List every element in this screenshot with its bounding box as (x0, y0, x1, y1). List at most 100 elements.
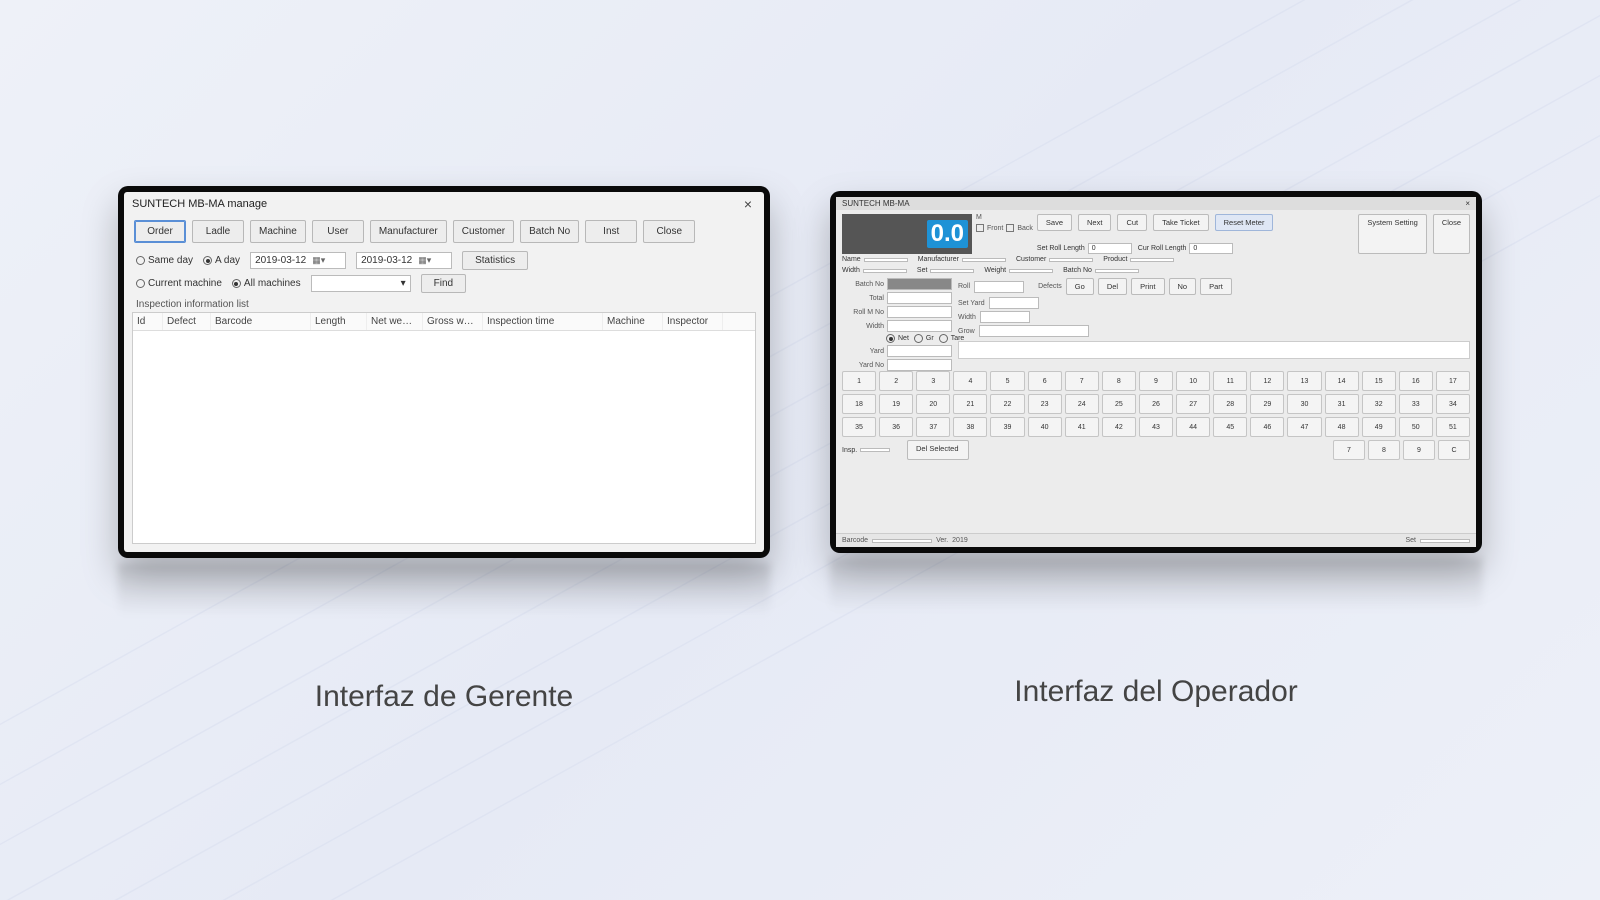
defect-key-24[interactable]: 24 (1065, 394, 1099, 414)
weight-input[interactable] (1009, 269, 1053, 273)
col-barcode[interactable]: Barcode (211, 313, 311, 330)
defect-part-button[interactable]: Part (1200, 278, 1232, 295)
defect-key-8[interactable]: 8 (1102, 371, 1136, 391)
numpad-clear[interactable]: C (1438, 440, 1470, 460)
defect-go-button[interactable]: Go (1066, 278, 1094, 295)
defect-key-31[interactable]: 31 (1325, 394, 1359, 414)
defect-key-51[interactable]: 51 (1436, 417, 1470, 437)
defect-key-38[interactable]: 38 (953, 417, 987, 437)
footer-set-select[interactable] (1420, 539, 1470, 543)
defect-key-43[interactable]: 43 (1139, 417, 1173, 437)
radio-all-machines[interactable]: All machines (232, 278, 301, 289)
defect-key-1[interactable]: 1 (842, 371, 876, 391)
defect-key-35[interactable]: 35 (842, 417, 876, 437)
defect-key-7[interactable]: 7 (1065, 371, 1099, 391)
defect-key-37[interactable]: 37 (916, 417, 950, 437)
set-input[interactable] (930, 269, 974, 273)
batchno-input[interactable] (1095, 269, 1139, 273)
date-from-input[interactable]: 2019-03-12 ▦▾ (250, 252, 346, 269)
col-inspector[interactable]: Inspector (663, 313, 723, 330)
defect-key-4[interactable]: 4 (953, 371, 987, 391)
reset-meter-button[interactable]: Reset Meter (1215, 214, 1274, 231)
radio-current-machine[interactable]: Current machine (136, 278, 222, 289)
defect-key-20[interactable]: 20 (916, 394, 950, 414)
next-button[interactable]: Next (1078, 214, 1111, 231)
close-icon[interactable]: × (1465, 199, 1470, 208)
statistics-button[interactable]: Statistics (462, 251, 528, 270)
defect-key-39[interactable]: 39 (990, 417, 1024, 437)
defect-key-33[interactable]: 33 (1399, 394, 1433, 414)
name-input[interactable] (864, 258, 908, 262)
system-setting-button[interactable]: System Setting (1358, 214, 1426, 254)
defect-key-34[interactable]: 34 (1436, 394, 1470, 414)
tab-user[interactable]: User (312, 220, 364, 243)
defect-key-44[interactable]: 44 (1176, 417, 1210, 437)
mid-setyard-input[interactable] (989, 297, 1039, 309)
defect-key-27[interactable]: 27 (1176, 394, 1210, 414)
radio-a-day[interactable]: A day (203, 255, 240, 266)
defect-key-18[interactable]: 18 (842, 394, 876, 414)
footer-barcode-input[interactable] (872, 539, 932, 543)
mid-roll-input[interactable] (974, 281, 1024, 293)
defect-key-32[interactable]: 32 (1362, 394, 1396, 414)
radio-same-day[interactable]: Same day (136, 255, 193, 266)
col-length[interactable]: Length (311, 313, 367, 330)
close-button[interactable]: Close (1433, 214, 1470, 254)
defect-key-26[interactable]: 26 (1139, 394, 1173, 414)
col-net-we[interactable]: Net we… (367, 313, 423, 330)
defect-key-21[interactable]: 21 (953, 394, 987, 414)
mid-grow-input[interactable] (979, 325, 1089, 337)
defect-key-17[interactable]: 17 (1436, 371, 1470, 391)
tab-batch-no[interactable]: Batch No (520, 220, 579, 243)
defect-key-10[interactable]: 10 (1176, 371, 1210, 391)
numpad-8[interactable]: 8 (1368, 440, 1400, 460)
defect-no-button[interactable]: No (1169, 278, 1197, 295)
tab-machine[interactable]: Machine (250, 220, 306, 243)
defect-key-13[interactable]: 13 (1287, 371, 1321, 391)
defect-key-19[interactable]: 19 (879, 394, 913, 414)
defect-key-36[interactable]: 36 (879, 417, 913, 437)
defect-key-29[interactable]: 29 (1250, 394, 1284, 414)
radio-gross[interactable]: Gr (914, 334, 934, 343)
find-button[interactable]: Find (421, 274, 466, 293)
numpad-7[interactable]: 7 (1333, 440, 1365, 460)
inspector-select[interactable] (860, 448, 890, 452)
defect-key-16[interactable]: 16 (1399, 371, 1433, 391)
col-id[interactable]: Id (133, 313, 163, 330)
close-icon[interactable]: × (740, 196, 756, 212)
defect-key-5[interactable]: 5 (990, 371, 1024, 391)
radio-net[interactable]: Net (886, 334, 909, 343)
defect-key-46[interactable]: 46 (1250, 417, 1284, 437)
mid-width-input[interactable] (980, 311, 1030, 323)
defect-key-15[interactable]: 15 (1362, 371, 1396, 391)
defect-key-48[interactable]: 48 (1325, 417, 1359, 437)
take-ticket-button[interactable]: Take Ticket (1153, 214, 1209, 231)
defect-key-22[interactable]: 22 (990, 394, 1024, 414)
side-batch-select[interactable] (887, 278, 952, 290)
defect-key-50[interactable]: 50 (1399, 417, 1433, 437)
defect-key-49[interactable]: 49 (1362, 417, 1396, 437)
defect-key-28[interactable]: 28 (1213, 394, 1247, 414)
defect-key-3[interactable]: 3 (916, 371, 950, 391)
checkbox-back[interactable] (1006, 224, 1014, 232)
tab-manufacturer[interactable]: Manufacturer (370, 220, 447, 243)
defect-key-2[interactable]: 2 (879, 371, 913, 391)
set-roll-length-input[interactable]: 0 (1088, 243, 1132, 254)
tab-ladle[interactable]: Ladle (192, 220, 244, 243)
side-width-input[interactable] (887, 320, 952, 332)
defect-key-9[interactable]: 9 (1139, 371, 1173, 391)
checkbox-front[interactable] (976, 224, 984, 232)
defect-key-42[interactable]: 42 (1102, 417, 1136, 437)
tab-inst[interactable]: Inst (585, 220, 637, 243)
col-gross-w[interactable]: Gross w… (423, 313, 483, 330)
defect-key-30[interactable]: 30 (1287, 394, 1321, 414)
width-input[interactable] (863, 269, 907, 273)
defect-key-40[interactable]: 40 (1028, 417, 1062, 437)
inspection-grid[interactable]: Id Defect Barcode Length Net we… Gross w… (132, 312, 756, 544)
side-yard-input[interactable] (887, 345, 952, 357)
delete-selected-button[interactable]: Del Selected (907, 440, 969, 460)
manufacturer-input[interactable] (962, 258, 1006, 262)
defect-key-45[interactable]: 45 (1213, 417, 1247, 437)
defect-print-button[interactable]: Print (1131, 278, 1164, 295)
col-defect[interactable]: Defect (163, 313, 211, 330)
